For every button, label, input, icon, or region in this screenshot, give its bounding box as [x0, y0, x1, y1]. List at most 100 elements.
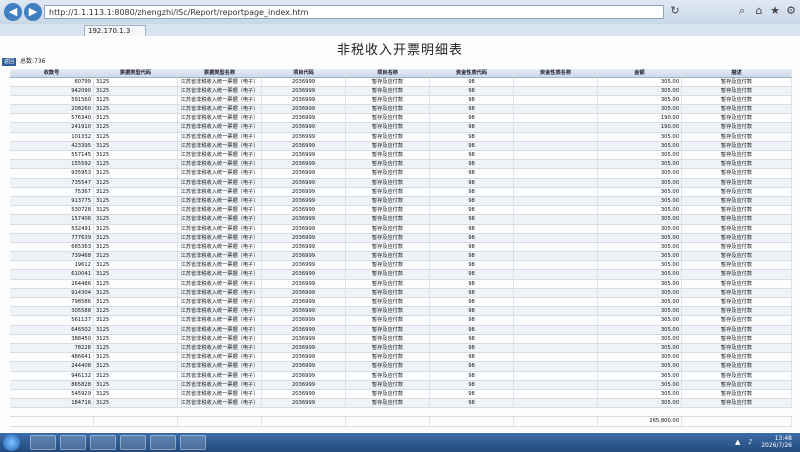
- table-row[interactable]: 576340 3125 江苏省非税收入统一票据（电子） 2036999 暂存及应付款 98…: [10, 114, 792, 124]
- table-cell: 2036999: [262, 224, 346, 233]
- back-button[interactable]: 返回: [2, 58, 16, 66]
- table-row[interactable]: 60799 3125 江苏省非税收入统一票据（电子） 2036999 暂存及应付款 98 3…: [10, 77, 792, 87]
- table-row[interactable]: 264486 3125 江苏省非税收入统一票据（电子） 2036999 暂存及应付款 98…: [10, 279, 792, 289]
- table-row[interactable]: 305588 3125 江苏省非税收入统一票据（电子） 2036999 暂存及应付款 98…: [10, 307, 792, 317]
- table-cell: 暂存及应付款: [346, 288, 430, 297]
- back-arrow-icon[interactable]: ◀: [4, 3, 22, 21]
- table-row[interactable]: 913775 3125 江苏省非税收入统一票据（电子） 2036999 暂存及应付款 98…: [10, 196, 792, 207]
- table-cell: 576340: [10, 114, 94, 123]
- table-row[interactable]: 946132 3125 江苏省非税收入统一票据（电子） 2036999 暂存及应付款 98…: [10, 371, 792, 381]
- table-cell: 2036999: [262, 95, 346, 105]
- address-bar[interactable]: http://1.1.113.1:8080/zhengzhi/lSc/Repor…: [44, 5, 664, 19]
- table-row[interactable]: 865828 3125 江苏省非税收入统一票据（电子） 2036999 暂存及应付款 98…: [10, 380, 792, 390]
- ie-icon[interactable]: [150, 435, 176, 450]
- table-cell: 305.00: [598, 224, 682, 233]
- table-row[interactable]: 530728 3125 江苏省非税收入统一票据（电子） 2036999 暂存及应付款 98…: [10, 206, 792, 216]
- column-header[interactable]: 票据类型代码: [94, 69, 178, 77]
- table-cell: [514, 187, 598, 196]
- table-row[interactable]: 155592 3125 江苏省非税收入统一票据（电子） 2036999 暂存及应付款 98…: [10, 160, 792, 170]
- table-row[interactable]: 798586 3125 江苏省非税收入统一票据（电子） 2036999 暂存及应付款 98…: [10, 298, 792, 308]
- file-explorer-icon[interactable]: [30, 435, 56, 450]
- table-cell: [514, 95, 598, 105]
- table-cell: 532491: [10, 224, 94, 233]
- table-cell: 2036999: [262, 362, 346, 371]
- chrome-icon[interactable]: [120, 435, 146, 450]
- table-row[interactable]: 914304 3125 江苏省非税收入统一票据（电子） 2036999 暂存及应付款 98…: [10, 288, 792, 298]
- volume-icon[interactable]: ♪: [748, 438, 752, 446]
- table-row[interactable]: 388450 3125 江苏省非税收入统一票据（电子） 2036999 暂存及应付款 98…: [10, 334, 792, 344]
- table-cell: 3125: [94, 399, 178, 408]
- table-cell: [514, 362, 598, 371]
- table-row[interactable]: 184716 3125 江苏省非税收入统一票据（电子） 2036999 暂存及应付款 98…: [10, 399, 792, 409]
- table-cell: 75367: [10, 187, 94, 196]
- search-icon[interactable]: ⌕: [735, 4, 749, 18]
- table-row[interactable]: 208260 3125 江苏省非税收入统一票据（电子） 2036999 暂存及应付款 98…: [10, 105, 792, 115]
- column-header[interactable]: 收款号: [10, 69, 94, 77]
- column-header[interactable]: 项目代码: [262, 69, 346, 77]
- table-cell: 3125: [94, 371, 178, 380]
- table-row[interactable]: 739468 3125 江苏省非税收入统一票据（电子） 2036999 暂存及应付款 98…: [10, 252, 792, 262]
- table-row[interactable]: 241910 3125 江苏省非税收入统一票据（电子） 2036999 暂存及应付款 98…: [10, 123, 792, 133]
- table-row[interactable]: 486641 3125 江苏省非税收入统一票据（电子） 2036999 暂存及应付款 98…: [10, 353, 792, 363]
- table-cell: 98: [430, 151, 514, 160]
- forward-arrow-icon[interactable]: ▶: [24, 3, 42, 21]
- table-row[interactable]: 557145 3125 江苏省非税收入统一票据（电子） 2036999 暂存及应付款 98…: [10, 151, 792, 161]
- table-cell: 610041: [10, 270, 94, 279]
- table-row[interactable]: 561137 3125 江苏省非税收入统一票据（电子） 2036999 暂存及应付款 98…: [10, 316, 792, 326]
- clock[interactable]: 13:48 2026/7/26: [761, 435, 792, 449]
- table-cell: 486641: [10, 353, 94, 362]
- table-cell: 暂存及应付款: [682, 233, 792, 242]
- table-row[interactable]: 244408 3125 江苏省非税收入统一票据（电子） 2036999 暂存及应付款 98…: [10, 362, 792, 372]
- table-row[interactable]: 532491 3125 江苏省非税收入统一票据（电子） 2036999 暂存及应付款 98…: [10, 224, 792, 234]
- table-cell: 155592: [10, 160, 94, 169]
- column-header[interactable]: 金额: [598, 69, 682, 77]
- column-header[interactable]: 项目名称: [346, 69, 430, 77]
- refresh-icon[interactable]: ↻: [668, 4, 682, 17]
- table-row[interactable]: 101332 3125 江苏省非税收入统一票据（电子） 2036999 暂存及应付款 98…: [10, 132, 792, 142]
- table-row[interactable]: 777639 3125 江苏省非税收入统一票据（电子） 2036999 暂存及应付款 98…: [10, 233, 792, 243]
- table-row[interactable]: 942090 3125 江苏省非税收入统一票据（电子） 2036999 暂存及应付款 98…: [10, 86, 792, 96]
- table-row[interactable]: 735547 3125 江苏省非税收入统一票据（电子） 2036999 暂存及应付款 98…: [10, 178, 792, 188]
- column-header[interactable]: 票据类型名称: [178, 69, 262, 77]
- document-app-icon[interactable]: [180, 435, 206, 450]
- table-cell: 78228: [10, 343, 94, 353]
- table-cell: 798586: [10, 298, 94, 307]
- table-row[interactable]: 591560 3125 江苏省非税收入统一票据（电子） 2036999 暂存及应付款 98…: [10, 95, 792, 106]
- table-row[interactable]: 423395 3125 江苏省非税收入统一票据（电子） 2036999 暂存及应付款 98…: [10, 141, 792, 151]
- browser-tab[interactable]: 192.170.1.3: [84, 25, 146, 36]
- table-cell: 暂存及应付款: [682, 206, 792, 215]
- table-cell: 305.00: [598, 86, 682, 95]
- media-player-icon[interactable]: [60, 435, 86, 450]
- table-cell: 2036999: [262, 233, 346, 242]
- table-cell: 305.00: [598, 178, 682, 187]
- table-row[interactable]: 935953 3125 江苏省非税收入统一票据（电子） 2036999 暂存及应付款 98…: [10, 169, 792, 179]
- browser-app-icon[interactable]: [90, 435, 116, 450]
- table-cell: 江苏省非税收入统一票据（电子）: [178, 224, 262, 233]
- table-row[interactable]: 75367 3125 江苏省非税收入统一票据（电子） 2036999 暂存及应付款 98 3…: [10, 187, 792, 197]
- home-icon[interactable]: ⌂: [752, 4, 766, 17]
- start-button-icon[interactable]: [3, 434, 20, 451]
- table-row[interactable]: 78228 3125 江苏省非税收入统一票据（电子） 2036999 暂存及应付款 98 3…: [10, 343, 792, 354]
- column-header[interactable]: 描述: [682, 69, 792, 77]
- favorites-star-icon[interactable]: ★: [768, 4, 782, 17]
- table-blank-row: [10, 408, 792, 418]
- table-cell: 2036999: [262, 169, 346, 178]
- table-cell: 98: [430, 86, 514, 95]
- table-row[interactable]: 665363 3125 江苏省非税收入统一票据（电子） 2036999 暂存及应付款 98…: [10, 242, 792, 253]
- column-header[interactable]: 资金性质名称: [514, 69, 598, 77]
- table-row[interactable]: 646502 3125 江苏省非税收入统一票据（电子） 2036999 暂存及应付款 98…: [10, 325, 792, 335]
- table-row[interactable]: 19612 3125 江苏省非税收入统一票据（电子） 2036999 暂存及应付款 98 3…: [10, 261, 792, 271]
- table-row[interactable]: 545929 3125 江苏省非税收入统一票据（电子） 2036999 暂存及应付款 98…: [10, 389, 792, 400]
- table-cell: 2036999: [262, 399, 346, 408]
- table-cell: 暂存及应付款: [346, 215, 430, 224]
- table-cell: 3125: [94, 334, 178, 343]
- table-cell: 423395: [10, 141, 94, 150]
- table-cell: 2036999: [262, 196, 346, 206]
- column-header[interactable]: 资金性质代码: [430, 69, 514, 77]
- table-cell: 98: [430, 105, 514, 114]
- network-icon[interactable]: ▲: [735, 438, 740, 446]
- table-row[interactable]: 610041 3125 江苏省非税收入统一票据（电子） 2036999 暂存及应付款 98…: [10, 270, 792, 280]
- gear-icon[interactable]: ⚙: [784, 4, 798, 17]
- table-row[interactable]: 157406 3125 江苏省非税收入统一票据（电子） 2036999 暂存及应付款 98…: [10, 215, 792, 225]
- table-cell: 暂存及应付款: [682, 399, 792, 408]
